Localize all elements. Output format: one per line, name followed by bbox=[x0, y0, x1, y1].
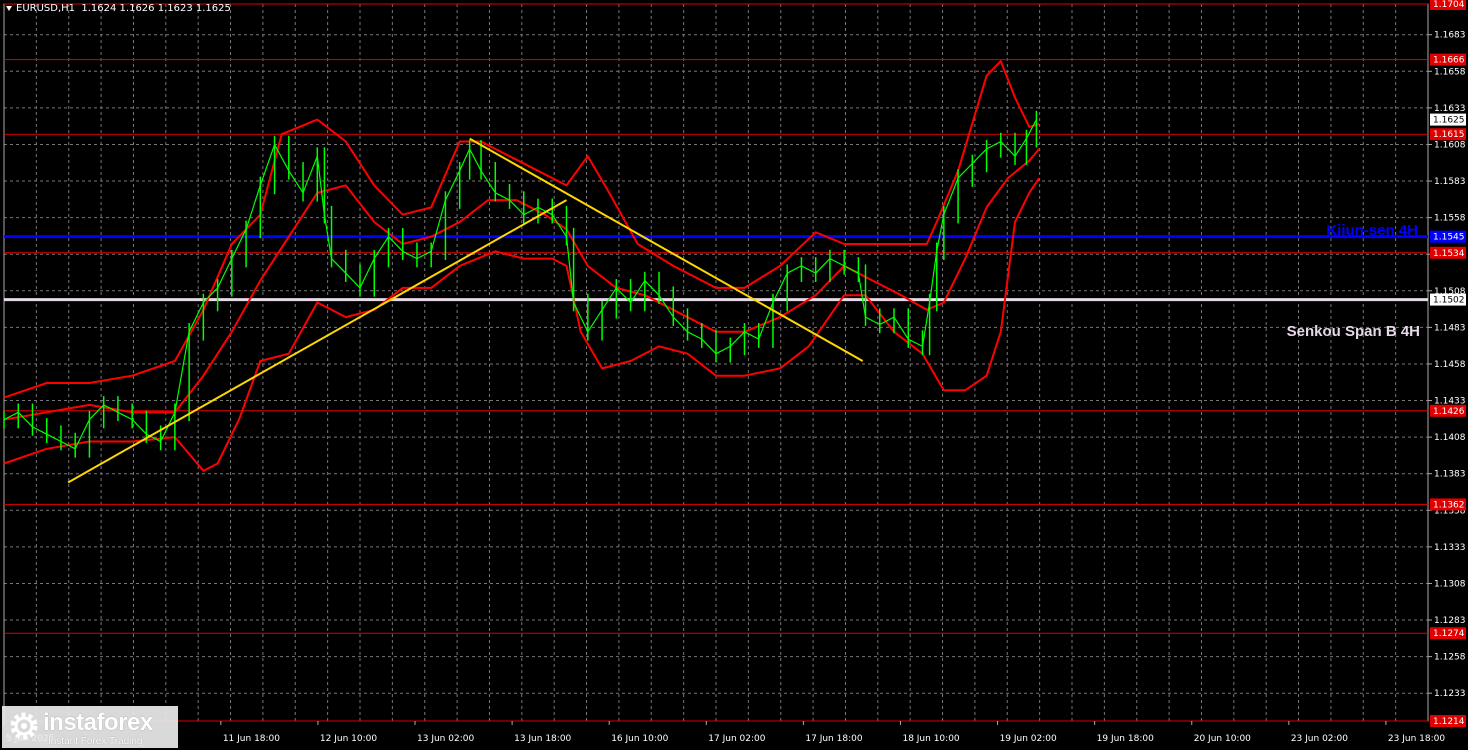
x-tick-label: 11 Jun 18:00 bbox=[223, 734, 280, 744]
symbol-header: EURUSD,H1 1.1624 1.1626 1.1623 1.1625 bbox=[6, 3, 231, 14]
x-tick-label: 18 Jun 10:00 bbox=[902, 734, 959, 744]
y-tick-label: 1.1458 bbox=[1434, 360, 1466, 370]
gear-logo-icon bbox=[10, 712, 38, 740]
x-tick-label: 19 Jun 02:00 bbox=[1000, 734, 1057, 744]
price-chart[interactable]: 1.1683 1.1658 1.1633 1.1608 1.1583 1.1558 1.15… bbox=[0, 0, 1468, 750]
y-tick-label: 1.1233 bbox=[1434, 689, 1466, 699]
level-label-text: 1.1666 bbox=[1433, 56, 1465, 66]
symbol-label: EURUSD,H1 bbox=[16, 3, 76, 14]
y-tick-label: 1.1683 bbox=[1434, 31, 1466, 41]
level-label-text: 1.1704 bbox=[1433, 0, 1465, 10]
y-tick-label: 1.1583 bbox=[1434, 177, 1466, 187]
kijun-annotation: Kijun-sen 4H bbox=[1326, 222, 1418, 239]
y-tick-label: 1.1383 bbox=[1434, 470, 1466, 480]
x-tick-label: 20 Jun 10:00 bbox=[1194, 734, 1251, 744]
y-tick-label: 1.1283 bbox=[1434, 616, 1466, 626]
x-tick-label: 17 Jun 18:00 bbox=[805, 734, 862, 744]
x-tick-label: 23 Jun 18:00 bbox=[1388, 734, 1445, 744]
y-tick-label: 1.1333 bbox=[1434, 543, 1466, 553]
x-tick-label: 19 Jun 18:00 bbox=[1097, 734, 1154, 744]
current-price-label: 1.1625 bbox=[1433, 116, 1465, 126]
y-tick-label: 1.1258 bbox=[1434, 653, 1466, 663]
y-tick-label: 1.1408 bbox=[1434, 433, 1466, 443]
instaforex-watermark: instaforex Instant Forex Trading bbox=[2, 706, 178, 748]
y-tick-label: 1.1608 bbox=[1434, 140, 1466, 150]
y-tick-label: 1.1308 bbox=[1434, 579, 1466, 589]
level-label-text: 1.1426 bbox=[1433, 407, 1465, 417]
level-label-text: 1.1534 bbox=[1433, 249, 1465, 259]
x-tick-label: 13 Jun 02:00 bbox=[417, 734, 474, 744]
y-tick-label: 1.1483 bbox=[1434, 323, 1466, 333]
brand-tagline: Instant Forex Trading bbox=[48, 736, 143, 747]
x-tick-label: 16 Jun 10:00 bbox=[611, 734, 668, 744]
level-label-text: 1.1545 bbox=[1433, 233, 1465, 243]
x-tick-label: 13 Jun 18:00 bbox=[514, 734, 571, 744]
x-tick-label: 12 Jun 10:00 bbox=[320, 734, 377, 744]
y-tick-label: 1.1633 bbox=[1434, 104, 1466, 114]
x-tick-label: 23 Jun 02:00 bbox=[1291, 734, 1348, 744]
ohlc-values: 1.1624 1.1626 1.1623 1.1625 bbox=[81, 3, 231, 14]
y-tick-label: 1.1558 bbox=[1434, 214, 1466, 224]
x-tick-label: 17 Jun 02:00 bbox=[708, 734, 765, 744]
level-label-text: 1.1214 bbox=[1433, 717, 1465, 727]
dropdown-triangle-icon[interactable] bbox=[6, 5, 12, 11]
brand-name: instaforex bbox=[43, 709, 153, 736]
level-label-text: 1.1502 bbox=[1433, 296, 1465, 306]
y-tick-label: 1.1658 bbox=[1434, 67, 1466, 77]
senkou-annotation: Senkou Span B 4H bbox=[1287, 323, 1420, 340]
level-label-text: 1.1274 bbox=[1433, 629, 1465, 639]
level-label-text: 1.1615 bbox=[1433, 130, 1465, 140]
level-label-text: 1.1362 bbox=[1433, 500, 1465, 510]
